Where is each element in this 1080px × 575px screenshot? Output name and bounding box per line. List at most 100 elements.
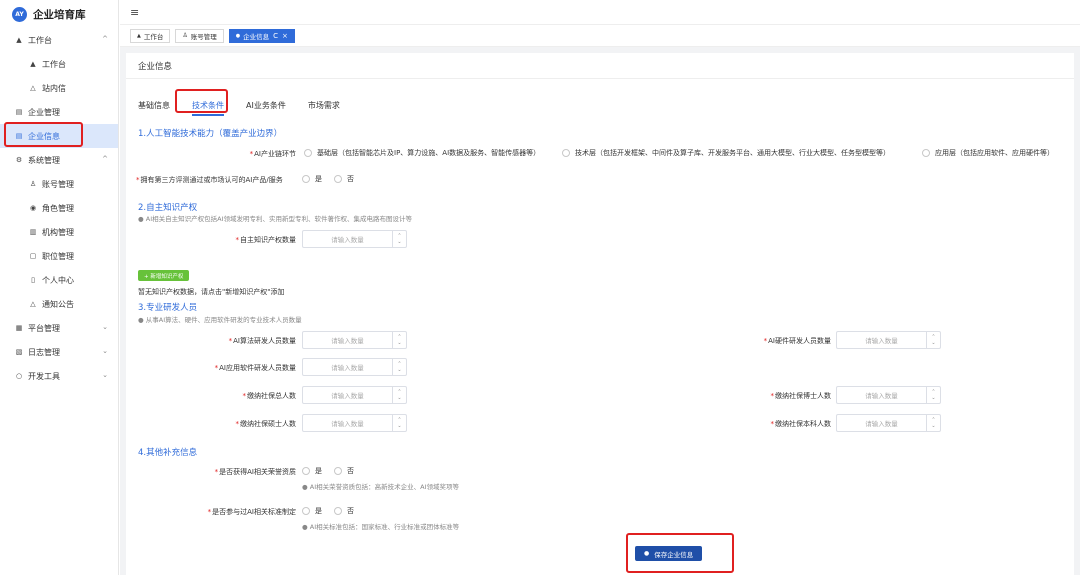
field-label: *缴纳社保本科人数 — [770, 420, 832, 428]
sidebar-item-label: 企业信息 — [28, 131, 60, 141]
hamburger-icon[interactable]: ≡ — [130, 6, 139, 19]
honor-hint: ● AI相关荣誉资质包括：高新技术企业、AI领域奖项等 — [302, 483, 459, 491]
save-icon: ● — [644, 550, 650, 557]
chevron-icon[interactable]: ⌄ — [102, 371, 108, 379]
log-icon: ▧ — [15, 348, 23, 356]
ip-count-input[interactable]: 请输入数量 ⌃ ⌄ — [302, 230, 407, 248]
close-icon[interactable]: × — [282, 32, 288, 40]
sidebar-item-label: 站内信 — [42, 83, 66, 93]
radio-eval-yes[interactable]: 是 — [302, 174, 322, 184]
subtab-ai-business[interactable]: AI业务条件 — [246, 100, 286, 116]
subtab-tech[interactable]: 技术条件 — [192, 100, 224, 116]
sidebar-item[interactable]: ○ 开发工具 ⌄ — [0, 364, 118, 388]
sidebar-item-label: 工作台 — [28, 35, 52, 45]
sidebar-item[interactable]: ▤ 企业信息 — [0, 124, 118, 148]
section3-hint: ● 从事AI算法、硬件、应用软件研发的专业技术人员数量 — [138, 316, 302, 324]
sidebar-item[interactable]: △ 通知公告 — [0, 292, 118, 316]
sidebar-item-label: 平台管理 — [28, 323, 60, 333]
stepper-icon[interactable]: ⌃ ⌄ — [926, 387, 940, 403]
sidebar-item-label: 通知公告 — [42, 299, 74, 309]
role-icon: ◉ — [29, 204, 37, 212]
subtab-market[interactable]: 市场需求 — [308, 100, 340, 116]
sidebar-item-label: 个人中心 — [42, 275, 74, 285]
sidebar-item[interactable]: ▥ 机构管理 — [0, 220, 118, 244]
sidebar-item[interactable]: ▢ 职位管理 — [0, 244, 118, 268]
sidebar-item[interactable]: ▲ 工作台 ^ — [0, 28, 118, 52]
chevron-icon[interactable]: ⌄ — [102, 347, 108, 355]
sidebar-item-label: 系统管理 — [28, 155, 60, 165]
radio-eval-no[interactable]: 否 — [334, 174, 354, 184]
stepper-icon[interactable]: ⌃ ⌄ — [392, 387, 406, 403]
radio-icon — [334, 175, 342, 183]
info-icon: ● — [302, 523, 308, 531]
home-icon: ▲ — [137, 32, 141, 39]
sidebar-item-label: 职位管理 — [42, 251, 74, 261]
social-bachelor-input[interactable]: 请输入数量 ⌃ ⌄ — [836, 414, 941, 432]
brand-logo: AY — [12, 6, 27, 22]
sidebar-item[interactable]: ▦ 平台管理 ⌄ — [0, 316, 118, 340]
ai-hardware-count-input[interactable]: 请输入数量 ⌃ ⌄ — [836, 331, 941, 349]
user-icon: ♙ — [29, 180, 37, 188]
active-dot-icon: ● — [235, 32, 241, 39]
sidebar-item-label: 角色管理 — [42, 203, 74, 213]
chevron-icon[interactable]: ⌄ — [102, 323, 108, 331]
chevron-icon[interactable]: ^ — [102, 35, 108, 43]
standard-hint: ● AI相关标准包括：国家标准、行业标准或团体标准等 — [302, 523, 460, 531]
section2-hint: ● AI相关自主知识产权包括AI领域发明专利、实用新型专利、软件著作权、集成电路… — [138, 215, 412, 223]
add-ip-button[interactable]: + 新增知识产权 — [138, 270, 190, 281]
tab-company-info[interactable]: ● 企业信息 C × — [228, 28, 295, 43]
radio-icon — [304, 149, 312, 157]
sidebar-item[interactable]: △ 站内信 — [0, 76, 118, 100]
radio-basic-layer[interactable]: 基础层（包括智能芯片及IP、算力设施、AI数据及服务、智能传感器等） — [304, 148, 540, 158]
radio-standard-no[interactable]: 否 — [334, 506, 354, 516]
stepper-icon[interactable]: ⌃ ⌄ — [392, 415, 406, 431]
content-area: 企业信息 基础信息 技术条件 AI业务条件 市场需求 1.人工智能技术能力（覆盖… — [120, 47, 1080, 575]
stepper-icon[interactable]: ⌃ ⌄ — [392, 332, 406, 348]
notice-icon: △ — [30, 300, 36, 308]
tab-workbench[interactable]: ▲ 工作台 — [130, 28, 171, 43]
save-company-info-button[interactable]: ● 保存企业信息 — [635, 546, 703, 561]
sidebar-item[interactable]: ▧ 日志管理 ⌄ — [0, 340, 118, 364]
section3-title: 3.专业研发人员 — [138, 303, 198, 313]
sidebar-item[interactable]: ◉ 角色管理 — [0, 196, 118, 220]
page-title: 企业信息 — [126, 53, 1074, 79]
radio-honor-yes[interactable]: 是 — [302, 466, 322, 476]
refresh-icon[interactable]: C — [273, 32, 278, 40]
chevron-icon[interactable]: ^ — [102, 155, 108, 163]
field-label: *缴纳社保硕士人数 — [235, 420, 297, 428]
app-root: AY 企业培育库 ▲ 工作台 ^ ▲ 工作台 △ 站内信 ▤ 企业管理 ▤ 企业信息 ⚙ 系统管理 ^ ♙ 账… — [0, 0, 1080, 575]
sidebar-item-label: 账号管理 — [42, 179, 74, 189]
sidebar-item[interactable]: ♙ 账号管理 — [0, 172, 118, 196]
stepper-icon[interactable]: ⌃ ⌄ — [926, 415, 940, 431]
sidebar-item[interactable]: ⚙ 系统管理 ^ — [0, 148, 118, 172]
radio-tech-layer[interactable]: 技术层（包括开发框架、中间件及算子库、开发服务平台、通用大模型、行业大模型、任务… — [562, 148, 890, 158]
position-icon: ▢ — [29, 252, 37, 260]
sidebar-item[interactable]: ▯ 个人中心 — [0, 268, 118, 292]
subtab-basic[interactable]: 基础信息 — [138, 100, 170, 116]
ip-empty-text: 暂无知识产权数据，请点击"新增知识产权"添加 — [138, 288, 285, 296]
brand-title: 企业培育库 — [33, 8, 86, 21]
profile-icon: ▯ — [31, 276, 35, 284]
tab-account[interactable]: ♙ 账号管理 — [175, 28, 224, 43]
sidebar-item[interactable]: ▤ 企业管理 — [0, 100, 118, 124]
social-master-input[interactable]: 请输入数量 ⌃ ⌄ — [302, 414, 407, 432]
grid-icon: ▦ — [15, 324, 23, 332]
stepper-icon[interactable]: ⌃ ⌄ — [392, 231, 406, 247]
ai-app-count-input[interactable]: 请输入数量 ⌃ ⌄ — [302, 358, 407, 376]
stepper-icon[interactable]: ⌃ ⌄ — [926, 332, 940, 348]
sidebar-item-label: 机构管理 — [42, 227, 74, 237]
radio-app-layer[interactable]: 应用层（包括应用软件、应用硬件等） — [922, 148, 1054, 158]
radio-icon — [302, 507, 310, 515]
building-icon: ▤ — [15, 132, 23, 140]
ip-count-label: *自主知识产权数量 — [235, 236, 297, 244]
stepper-icon[interactable]: ⌃ ⌄ — [392, 359, 406, 375]
radio-honor-no[interactable]: 否 — [334, 466, 354, 476]
standard-question-label: *是否参与过AI相关标准制定 — [207, 508, 296, 516]
social-phd-input[interactable]: 请输入数量 ⌃ ⌄ — [836, 386, 941, 404]
tab-bar: ▲ 工作台 ♙ 账号管理 ● 企业信息 C × — [120, 25, 1080, 47]
radio-standard-yes[interactable]: 是 — [302, 506, 322, 516]
social-total-input[interactable]: 请输入数量 ⌃ ⌄ — [302, 386, 407, 404]
sidebar-item[interactable]: ▲ 工作台 — [0, 52, 118, 76]
ai-algo-count-input[interactable]: 请输入数量 ⌃ ⌄ — [302, 331, 407, 349]
sidebar-menu: ▲ 工作台 ^ ▲ 工作台 △ 站内信 ▤ 企业管理 ▤ 企业信息 ⚙ 系统管理 ^ ♙ 账号管理 ◉ 角色管理 ▥… — [0, 28, 118, 388]
